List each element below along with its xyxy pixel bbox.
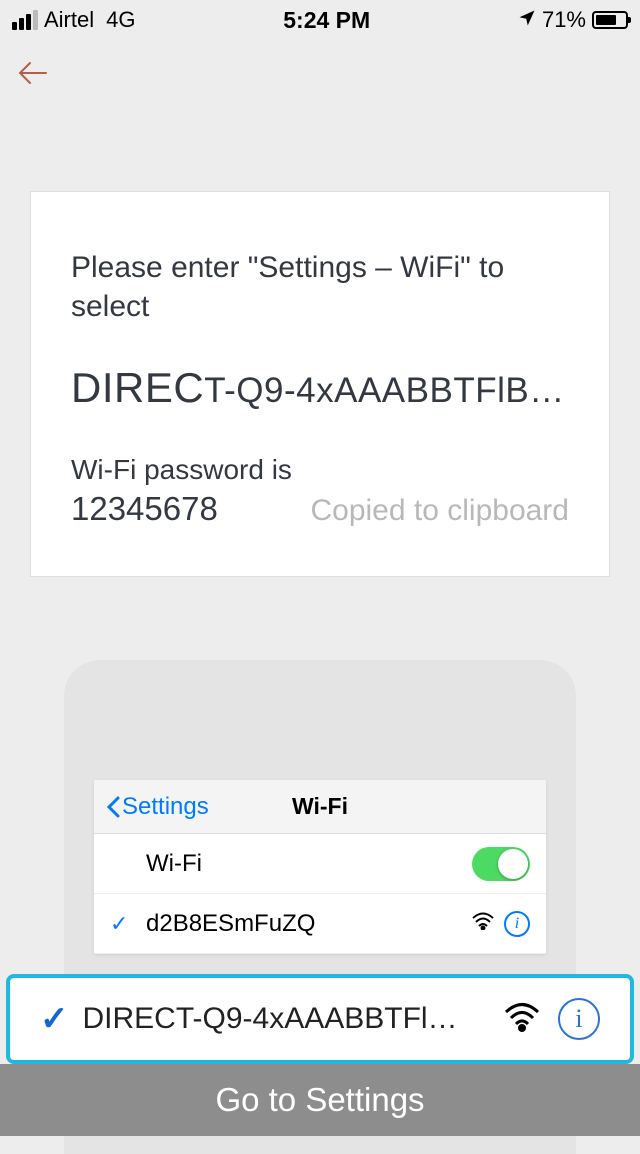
wifi-header-title: Wi-Fi bbox=[292, 793, 348, 820]
status-left: Airtel 4G bbox=[12, 7, 135, 33]
carrier-label: Airtel bbox=[44, 7, 94, 33]
connected-network-row[interactable]: ✓ d2B8ESmFuZQ i bbox=[94, 894, 546, 954]
connected-ssid: d2B8ESmFuZQ bbox=[146, 910, 472, 938]
signal-icon bbox=[12, 10, 38, 30]
password-value: 12345678 bbox=[71, 490, 218, 528]
back-icon[interactable] bbox=[18, 73, 48, 90]
wifi-settings-header: Settings Wi-Fi bbox=[94, 780, 546, 834]
info-icon[interactable]: i bbox=[504, 911, 530, 937]
network-type-label: 4G bbox=[106, 7, 135, 33]
wifi-info-card: Please enter "Settings – WiFi" to select… bbox=[30, 191, 610, 577]
status-bar: Airtel 4G 5:24 PM 71% bbox=[0, 0, 640, 40]
status-time: 5:24 PM bbox=[283, 7, 370, 34]
wifi-toggle-label: Wi-Fi bbox=[146, 850, 472, 878]
info-icon[interactable]: i bbox=[558, 998, 600, 1040]
settings-back-label: Settings bbox=[122, 793, 209, 821]
target-ssid: DIRECT-Q9-4xAAABBTFlB… bbox=[71, 364, 569, 412]
copied-status: Copied to clipboard bbox=[310, 494, 569, 528]
battery-pct: 71% bbox=[542, 7, 586, 33]
nav-bar bbox=[0, 40, 640, 101]
wifi-signal-icon bbox=[504, 1002, 540, 1037]
wifi-toggle-row: Wi-Fi bbox=[94, 834, 546, 894]
checkmark-icon: ✓ bbox=[40, 999, 69, 1039]
settings-back-button[interactable]: Settings bbox=[106, 793, 209, 821]
instruction-text: Please enter "Settings – WiFi" to select bbox=[71, 248, 569, 326]
status-right: 71% bbox=[518, 7, 628, 33]
location-icon bbox=[518, 7, 536, 33]
checkmark-icon: ✓ bbox=[110, 911, 134, 937]
wifi-toggle[interactable] bbox=[472, 847, 530, 881]
wifi-settings-list: Settings Wi-Fi Wi-Fi ✓ d2B8ESmFuZQ i bbox=[94, 780, 546, 954]
go-to-settings-button[interactable]: Go to Settings bbox=[0, 1064, 640, 1136]
wifi-signal-icon bbox=[472, 912, 494, 936]
target-network-row[interactable]: ✓ DIRECT-Q9-4xAAABBTFl… i bbox=[6, 974, 634, 1064]
password-label: Wi-Fi password is bbox=[71, 454, 569, 486]
highlight-ssid: DIRECT-Q9-4xAAABBTFl… bbox=[83, 1002, 505, 1036]
battery-icon bbox=[592, 11, 628, 29]
